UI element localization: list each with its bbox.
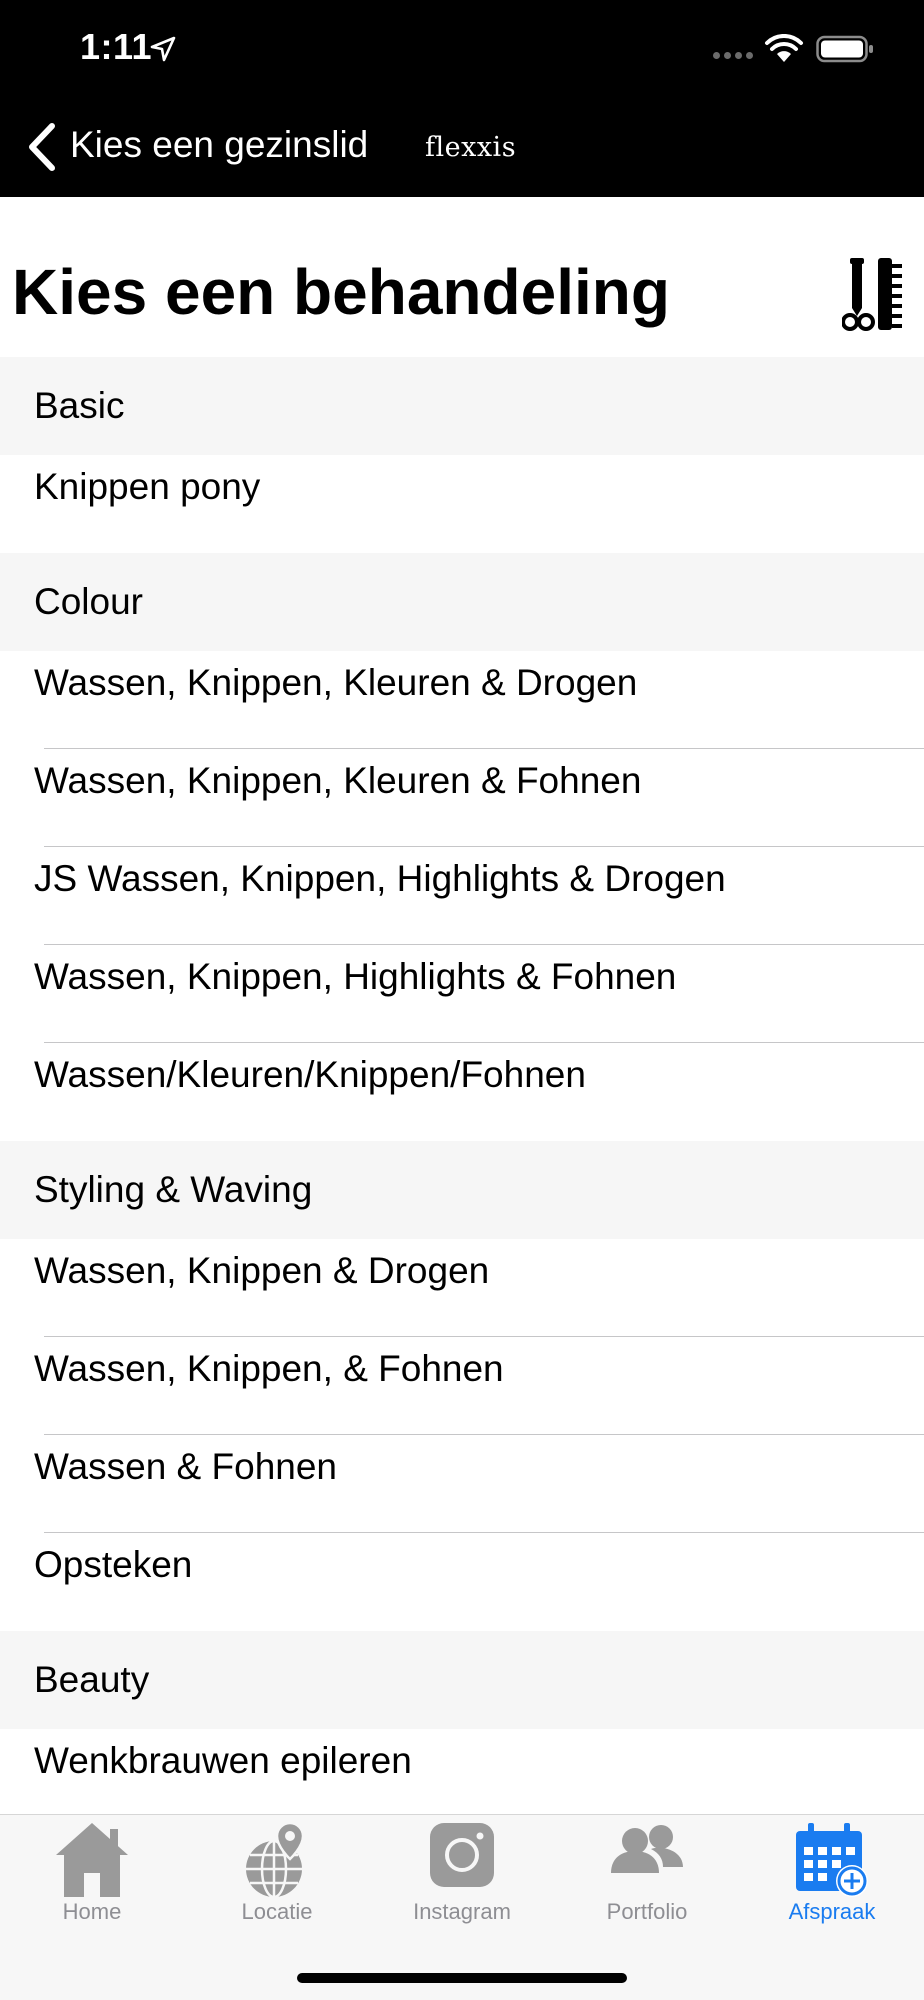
tab-label-home: Home (62, 1899, 122, 1924)
page-title: Kies een behandeling (12, 256, 670, 328)
section-header-styling-waving: Styling & Waving (0, 1141, 924, 1239)
treatment-list: Basic Knippen pony Colour Wassen, Knippe… (0, 357, 924, 1827)
tab-instagram[interactable]: Instagram (370, 1815, 554, 1925)
tab-locatie[interactable]: Locatie (185, 1815, 369, 1925)
tab-label-instagram: Instagram (413, 1899, 511, 1924)
list-item[interactable]: Wassen & Fohnen (0, 1435, 924, 1533)
wifi-icon (765, 34, 803, 62)
list-item[interactable]: Wassen, Knippen & Drogen (0, 1239, 924, 1337)
tab-home[interactable]: Home (0, 1815, 184, 1925)
top-bar: 1:11 Kies een gezinslid flexxis (0, 0, 924, 197)
list-item[interactable]: Knippen pony (0, 455, 924, 553)
section-header-basic: Basic (0, 357, 924, 455)
home-indicator (297, 1973, 627, 1983)
home-icon (56, 1823, 128, 1897)
section-header-colour: Colour (0, 553, 924, 651)
signal-icon (713, 52, 753, 59)
battery-icon (816, 35, 873, 63)
globe-pin-icon (246, 1821, 305, 1899)
tab-portfolio[interactable]: Portfolio (555, 1815, 739, 1925)
list-item[interactable]: Wassen, Knippen, Kleuren & Drogen (0, 651, 924, 749)
calendar-add-icon (796, 1823, 868, 1897)
instagram-icon (430, 1823, 494, 1887)
location-arrow-icon (150, 36, 176, 62)
list-item[interactable]: Wenkbrauwen epileren (0, 1729, 924, 1827)
hairdresser-tools-icon (842, 258, 902, 331)
tab-label-portfolio: Portfolio (606, 1899, 688, 1924)
app-screen: 1:11 Kies een gezinslid flexxis Kies een… (0, 0, 924, 2000)
list-item[interactable]: JS Wassen, Knippen, Highlights & Drogen (0, 847, 924, 945)
list-item[interactable]: Wassen/Kleuren/Knippen/Fohnen (0, 1043, 924, 1141)
list-item[interactable]: Wassen, Knippen, Kleuren & Fohnen (0, 749, 924, 847)
section-header-beauty: Beauty (0, 1631, 924, 1729)
status-time: 1:11 (80, 26, 153, 67)
tab-label-locatie: Locatie (241, 1899, 313, 1924)
list-item[interactable]: Wassen, Knippen, Highlights & Fohnen (0, 945, 924, 1043)
list-item[interactable]: Wassen, Knippen, & Fohnen (0, 1337, 924, 1435)
tab-afspraak[interactable]: Afspraak (740, 1815, 924, 1925)
people-icon (611, 1825, 683, 1873)
tab-label-afspraak: Afspraak (788, 1899, 876, 1924)
back-chevron-icon[interactable] (22, 120, 62, 174)
list-item[interactable]: Opsteken (0, 1533, 924, 1631)
brand-logo: flexxis (425, 132, 517, 163)
back-button[interactable]: Kies een gezinslid (70, 124, 368, 166)
